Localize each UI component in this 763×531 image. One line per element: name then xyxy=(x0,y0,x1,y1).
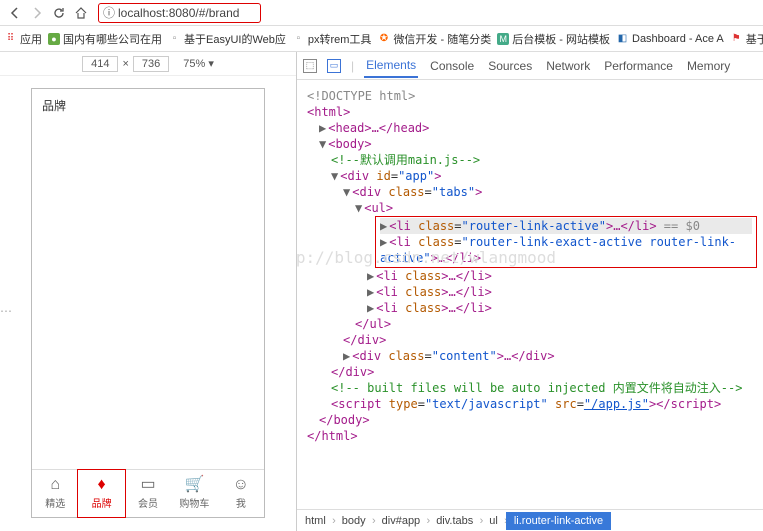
crumb-selected[interactable]: li.router-link-active xyxy=(506,512,611,530)
info-icon: ⓘ xyxy=(103,4,115,21)
crumb[interactable]: div.tabs xyxy=(428,512,481,530)
device-toggle-icon[interactable]: ▭ xyxy=(327,59,341,73)
browser-toolbar: ⓘ localhost:8080/#/brand xyxy=(0,0,763,26)
apps-icon: ⠿ xyxy=(4,32,17,45)
bookmark-item[interactable]: ▫基于EasyUI的Web应 xyxy=(168,31,286,47)
cart-icon: 🛒 xyxy=(184,477,204,493)
reload-icon[interactable] xyxy=(50,4,68,22)
bookmark-icon: ⚑ xyxy=(730,32,743,45)
bookmark-item[interactable]: ⚑基于MVC4 xyxy=(730,31,763,47)
devtools-tabs: ⬚ ▭ | Elements Console Sources Network P… xyxy=(297,52,763,80)
devtools-pane: ⬚ ▭ | Elements Console Sources Network P… xyxy=(297,52,763,531)
crumb[interactable]: body xyxy=(334,512,374,530)
page-title: 品牌 xyxy=(32,89,264,122)
diamond-icon: ♦ xyxy=(98,477,106,493)
tab-brand[interactable]: ♦品牌 xyxy=(77,469,125,518)
user-icon: ☺ xyxy=(233,477,249,493)
home-icon: ⌂ xyxy=(50,477,60,493)
tab-cart[interactable]: 🛒购物车 xyxy=(171,470,217,517)
tab-console[interactable]: Console xyxy=(428,55,476,77)
tab-network[interactable]: Network xyxy=(544,55,592,77)
highlighted-li-box: ▶<li class="router-link-active">…</li> =… xyxy=(375,216,757,268)
url-bar[interactable]: ⓘ localhost:8080/#/brand xyxy=(98,3,261,23)
crumb[interactable]: div#app xyxy=(374,512,429,530)
bookmark-item[interactable]: ✪微信开发 - 随笔分类 xyxy=(377,31,491,47)
tab-memory[interactable]: Memory xyxy=(685,55,732,77)
zoom-select[interactable]: 75% ▾ xyxy=(183,57,214,70)
device-preview-pane: 414 × 736 75% ▾ ⋯ 品牌 ⌂精选 ♦品牌 ▭会员 🛒购物车 ☺我 xyxy=(0,52,297,531)
bookmark-icon: ✪ xyxy=(377,32,390,45)
url-text: localhost:8080/#/brand xyxy=(118,6,239,20)
tab-member[interactable]: ▭会员 xyxy=(125,470,171,517)
apps-button[interactable]: ⠿应用 xyxy=(4,31,42,47)
tab-elements[interactable]: Elements xyxy=(364,54,418,78)
back-icon[interactable] xyxy=(6,4,24,22)
dom-tree[interactable]: http://blog.csdn.net/wlangmood <!DOCTYPE… xyxy=(297,80,763,509)
tab-featured[interactable]: ⌂精选 xyxy=(32,470,78,517)
tab-sources[interactable]: Sources xyxy=(486,55,534,77)
bookmark-icon: ◧ xyxy=(616,32,629,45)
card-icon: ▭ xyxy=(140,477,155,493)
tab-me[interactable]: ☺我 xyxy=(218,470,264,517)
bookmark-icon: ● xyxy=(48,33,60,45)
crumb[interactable]: html xyxy=(297,512,334,530)
device-dims-bar: 414 × 736 75% ▾ xyxy=(0,52,296,76)
bookmark-item[interactable]: ▫px转rem工具 xyxy=(292,31,372,47)
bookmarks-bar: ⠿应用 ●国内有哪些公司在用 ▫基于EasyUI的Web应 ▫px转rem工具 … xyxy=(0,26,763,52)
forward-icon[interactable] xyxy=(28,4,46,22)
page-icon: ▫ xyxy=(292,32,305,45)
device-frame: 品牌 ⌂精选 ♦品牌 ▭会员 🛒购物车 ☺我 xyxy=(31,88,265,518)
home-icon[interactable] xyxy=(72,4,90,22)
phone-tabbar: ⌂精选 ♦品牌 ▭会员 🛒购物车 ☺我 xyxy=(32,469,264,517)
page-icon: ▫ xyxy=(168,32,181,45)
crumb[interactable]: ul xyxy=(481,512,506,530)
ruler-dots-icon: ⋯ xyxy=(0,304,12,318)
height-input[interactable]: 736 xyxy=(133,56,169,72)
bookmark-item[interactable]: M后台模板 - 网站模板 xyxy=(497,31,610,47)
breadcrumb: html body div#app div.tabs ul li.router-… xyxy=(297,509,763,531)
width-input[interactable]: 414 xyxy=(82,56,118,72)
bookmark-item[interactable]: ◧Dashboard - Ace A xyxy=(616,32,724,45)
inspect-icon[interactable]: ⬚ xyxy=(303,59,317,73)
tab-performance[interactable]: Performance xyxy=(602,55,675,77)
bookmark-item[interactable]: ●国内有哪些公司在用 xyxy=(48,31,162,47)
bookmark-icon: M xyxy=(497,33,509,45)
